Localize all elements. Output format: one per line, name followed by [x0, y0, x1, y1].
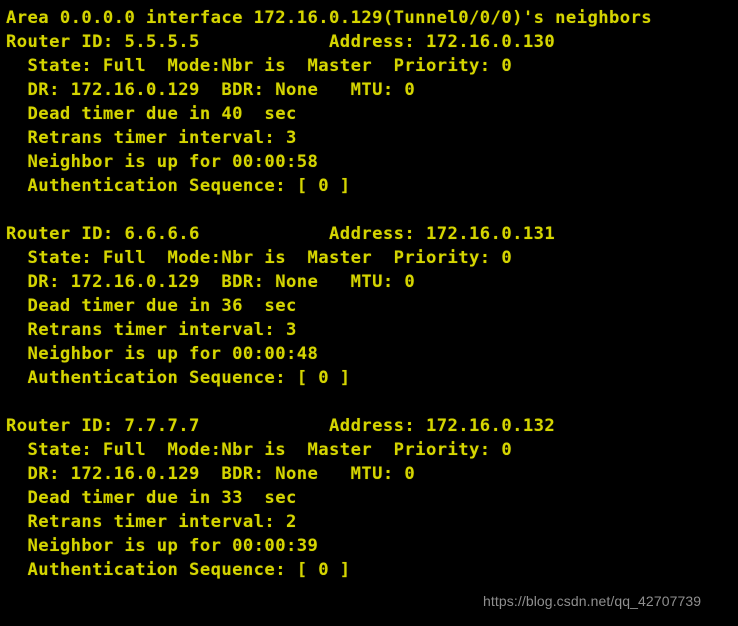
terminal-line: DR: 172.16.0.129 BDR: None MTU: 0	[6, 80, 416, 100]
watermark-label: https://blog.csdn.net/qq_42707739	[483, 593, 702, 609]
terminal-line: State: Full Mode:Nbr is Master Priority:…	[6, 248, 513, 268]
terminal-line: Neighbor is up for 00:00:48	[6, 344, 319, 364]
terminal-line: Router ID: 6.6.6.6 Address: 172.16.0.131	[6, 224, 556, 244]
terminal-line: Router ID: 7.7.7.7 Address: 172.16.0.132	[6, 416, 556, 436]
terminal-line: Dead timer due in 33 sec	[6, 488, 297, 508]
terminal-line: Neighbor is up for 00:00:58	[6, 152, 319, 172]
terminal-line: Retrans timer interval: 2	[6, 512, 297, 532]
terminal-output: Area 0.0.0.0 interface 172.16.0.129(Tunn…	[6, 6, 738, 626]
terminal-line: State: Full Mode:Nbr is Master Priority:…	[6, 440, 513, 460]
terminal-line: Retrans timer interval: 3	[6, 128, 297, 148]
terminal-line: Authentication Sequence: [ 0 ]	[6, 560, 351, 580]
terminal-line: Authentication Sequence: [ 0 ]	[6, 368, 351, 388]
terminal-line: Dead timer due in 36 sec	[6, 296, 297, 316]
terminal-line: DR: 172.16.0.129 BDR: None MTU: 0	[6, 464, 416, 484]
terminal-line: Area 0.0.0.0 interface 172.16.0.129(Tunn…	[6, 8, 653, 28]
terminal-line: Neighbor is up for 00:00:39	[6, 536, 319, 556]
terminal-line: Router ID: 5.5.5.5 Address: 172.16.0.130	[6, 32, 556, 52]
terminal-window[interactable]: Area 0.0.0.0 interface 172.16.0.129(Tunn…	[0, 0, 738, 626]
terminal-line: DR: 172.16.0.129 BDR: None MTU: 0	[6, 272, 416, 292]
terminal-line: Retrans timer interval: 3	[6, 320, 297, 340]
terminal-line: Authentication Sequence: [ 0 ]	[6, 176, 351, 196]
terminal-line: State: Full Mode:Nbr is Master Priority:…	[6, 56, 513, 76]
terminal-line: Dead timer due in 40 sec	[6, 104, 297, 124]
